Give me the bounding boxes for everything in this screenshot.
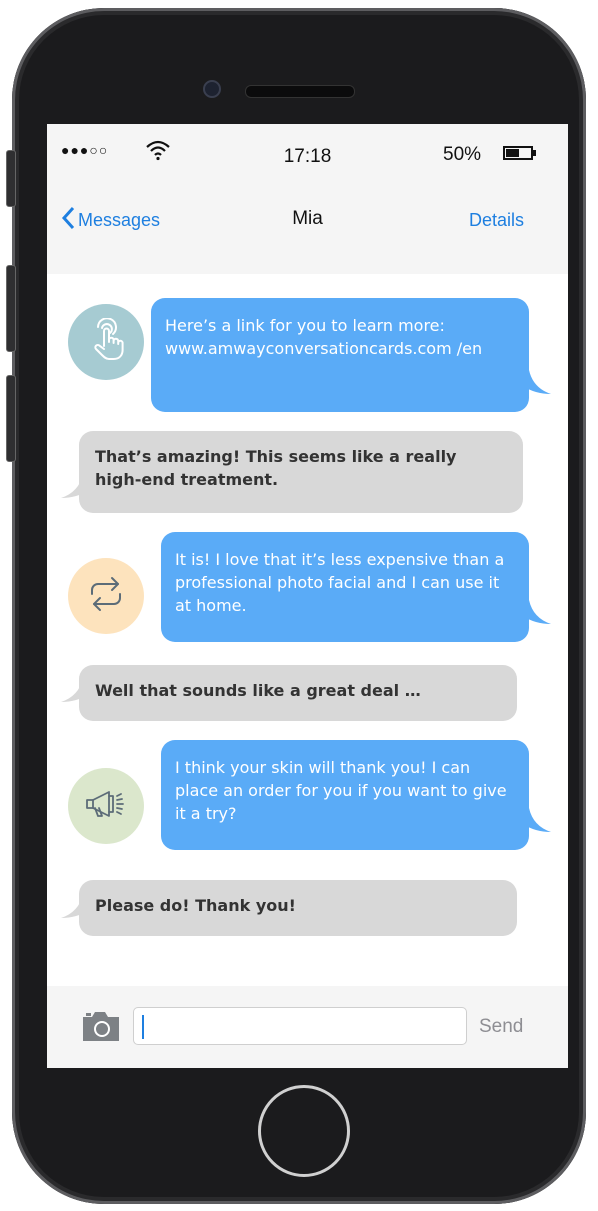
volume-up-button xyxy=(6,265,16,352)
incoming-bubble-tail xyxy=(61,678,89,702)
incoming-message: Well that sounds like a great deal … xyxy=(79,665,517,721)
repeat-arrows-icon xyxy=(84,572,128,621)
outgoing-message: Here’s a link for you to learn more: www… xyxy=(151,298,529,412)
outgoing-message: It is! I love that it’s less expensive t… xyxy=(161,532,529,642)
front-camera xyxy=(203,80,221,98)
outgoing-bubble-tail xyxy=(523,370,551,394)
pointing-hand-icon xyxy=(84,316,128,367)
battery-tip xyxy=(533,150,536,156)
incoming-bubble-tail xyxy=(61,894,89,918)
earpiece-speaker xyxy=(245,85,355,98)
home-button[interactable] xyxy=(258,1085,350,1177)
text-cursor xyxy=(142,1015,144,1039)
outgoing-bubble-tail xyxy=(523,808,551,832)
mute-switch xyxy=(6,150,16,207)
details-button[interactable]: Details xyxy=(469,210,524,231)
phone-screen: ●●●○○ 17:18 50% Messages Mia Details Her… xyxy=(47,124,568,1068)
message-avatar xyxy=(68,304,144,380)
status-time: 17:18 xyxy=(283,146,332,167)
message-list: Here’s a link for you to learn more: www… xyxy=(47,274,568,984)
incoming-bubble-tail xyxy=(61,474,89,498)
message-input-bar: Send xyxy=(47,986,568,1068)
outgoing-message: I think your skin will thank you! I can … xyxy=(161,740,529,850)
incoming-message: That’s amazing! This seems like a really… xyxy=(79,431,523,513)
battery-icon xyxy=(503,146,533,160)
megaphone-icon xyxy=(83,782,129,831)
message-avatar xyxy=(68,558,144,634)
battery-percentage: 50% xyxy=(443,144,482,165)
message-avatar xyxy=(68,768,144,844)
camera-icon[interactable] xyxy=(81,1009,121,1048)
message-text-input[interactable] xyxy=(133,1007,467,1045)
incoming-message: Please do! Thank you! xyxy=(79,880,517,936)
outgoing-bubble-tail xyxy=(523,600,551,624)
navigation-bar: Messages Mia Details xyxy=(47,184,568,274)
send-button[interactable]: Send xyxy=(479,1016,523,1038)
volume-down-button xyxy=(6,375,16,462)
status-bar: ●●●○○ 17:18 50% xyxy=(47,124,568,184)
